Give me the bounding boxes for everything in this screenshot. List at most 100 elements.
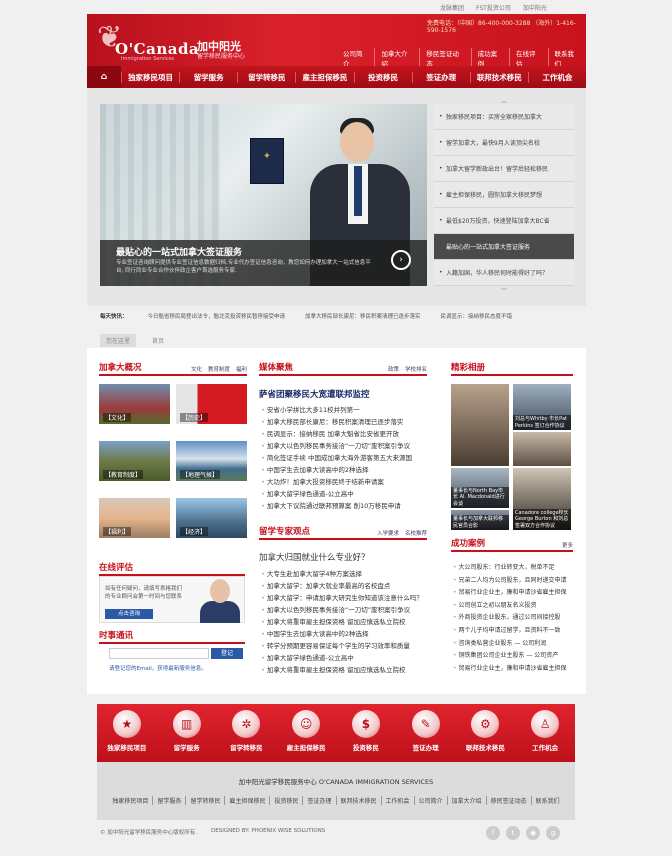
nav-item[interactable]: 投资移民	[353, 71, 412, 83]
list-item[interactable]: 安省小学拼比大多11校并列第一	[261, 404, 427, 416]
menu-about[interactable]: 公司简介	[337, 48, 374, 68]
footer-link[interactable]: 公司简介	[413, 796, 447, 805]
footer-link[interactable]: 签证办理	[302, 796, 335, 805]
list-item[interactable]: 加拿大留学绿色通道-公立高中	[261, 488, 427, 500]
list-item[interactable]: 中国学生去加拿大读高中的2种选择	[261, 628, 427, 640]
footer-link[interactable]: 雇主担保移民	[224, 796, 269, 805]
menu-contact[interactable]: 联系我们	[547, 48, 586, 68]
footer-link[interactable]: 工作机会	[380, 796, 414, 805]
link-policy[interactable]: 政策	[388, 365, 399, 373]
footer-link[interactable]: 留学服务	[152, 796, 185, 805]
menu-canada[interactable]: 加拿大介绍	[374, 48, 419, 68]
logo[interactable]: ❦ O'Canada Immigration Services	[97, 20, 199, 62]
list-item[interactable]: 转学分预期更容易保证每个学生的学习效率和质量	[261, 640, 427, 652]
register-button[interactable]: 登记	[211, 648, 243, 659]
photo-federal[interactable]: 董事长与加拿大联邦移民官员合影	[451, 510, 509, 530]
list-item[interactable]: 加拿大留学：加拿大就业率最高的名校盘点	[261, 580, 427, 592]
photo-canadore[interactable]: Canadore college校长 George Burton 和刘总签署双方…	[513, 468, 571, 530]
breadcrumb-home[interactable]: 首页	[152, 336, 164, 345]
list-item[interactable]: 加拿大下议院通过联邦预算案 削10万移民申请	[261, 500, 427, 512]
service-item[interactable]: ✲ 留学转移民	[218, 710, 274, 752]
footer-link[interactable]: 联邦技术移民	[335, 796, 381, 805]
nav-item[interactable]: 联邦技术移民	[469, 71, 528, 83]
footer-link[interactable]: 加拿大介绍	[446, 796, 486, 805]
banner-list-item[interactable]: 入籍加国，华人移民何时能得好了吗？	[434, 260, 574, 286]
twitter-icon[interactable]: t	[506, 826, 520, 840]
consult-button[interactable]: 点击咨询	[105, 609, 153, 619]
menu-evaluate[interactable]: 在线评估	[509, 48, 547, 68]
nav-item[interactable]: 留学转移民	[237, 71, 295, 83]
service-item[interactable]: ★ 独家移民项目	[99, 710, 155, 752]
list-item[interactable]: 中国学生去加拿大读高中的2种选择	[261, 464, 427, 476]
menu-cases[interactable]: 成功案例	[470, 48, 509, 68]
list-item[interactable]: 大专生赴加拿大留学4种方案选择	[261, 568, 427, 580]
banner-list-item[interactable]: 加拿大留学新政出台！留学后轻松移民	[434, 156, 574, 182]
thumb-history[interactable]: 【历史】	[176, 384, 247, 424]
list-item[interactable]: 贸易行业企业主，廉和申请沙省雇主担保	[453, 587, 577, 600]
banner-list-item[interactable]: 雇主担保移民，圆你加拿大移民梦想	[434, 182, 574, 208]
list-item[interactable]: 加拿大将重审雇主担保资格 留加应慎选私立院校	[261, 616, 427, 628]
list-item[interactable]: 加拿大以色列移民事务接洽“一刀切”废积案引争议	[261, 604, 427, 616]
banner-list-item[interactable]: 留学加拿大，最快9月入读顶尖名校	[434, 130, 574, 156]
thumb-education[interactable]: 【教育制度】	[99, 441, 170, 481]
thumb-welfare[interactable]: 【福利】	[99, 498, 170, 538]
email-input[interactable]	[109, 648, 209, 659]
expert-headline[interactable]: 加拿大归国就业什么专业好？	[259, 551, 370, 563]
home-icon[interactable]: ⌂	[87, 66, 121, 88]
link-ranking[interactable]: 学校排名	[405, 365, 427, 373]
thumb-culture[interactable]: 【文化】	[99, 384, 170, 424]
service-item[interactable]: ▥ 留学服务	[159, 710, 215, 752]
nav-item[interactable]: 留学服务	[179, 71, 237, 83]
service-item[interactable]: ⚙ 联邦技术移民	[457, 710, 513, 752]
list-item[interactable]: 大公司股东：行业转变大，税单不足	[453, 562, 577, 575]
thumb-economy[interactable]: 【经济】	[176, 498, 247, 538]
list-item[interactable]: 兄弟二人均为公司股东，且同时递交申请	[453, 575, 577, 588]
more-link[interactable]: 更多	[562, 541, 573, 549]
nav-item[interactable]: 签证办理	[411, 71, 470, 83]
list-item[interactable]: 民调显示：接纳移民 加拿大魁省比安省更开放	[261, 428, 427, 440]
footer-link[interactable]: 投资移民	[269, 796, 302, 805]
list-item[interactable]: 加拿大以色列移民事务接洽“一刀切”废积案引争议	[261, 440, 427, 452]
banner-list-item-active[interactable]: 最贴心的一站式加拿大签证服务	[434, 234, 574, 260]
list-item[interactable]: 加拿大移民部长康尼：移民积案清理已逐步落实	[261, 416, 427, 428]
top-link-fst[interactable]: FST投资公司	[476, 3, 511, 13]
list-item[interactable]: 加拿大留学：申请加拿大研究生你知道该注意什么吗？	[261, 592, 427, 604]
footer-link[interactable]: 独家移民项目	[108, 796, 152, 805]
link-schools[interactable]: 名校推荐	[405, 529, 427, 537]
top-link-brand[interactable]: 加中阳光	[523, 3, 547, 13]
menu-news[interactable]: 移民签证动态	[419, 48, 470, 68]
arrow-right-icon[interactable]: ›	[391, 250, 411, 270]
link-requirements[interactable]: 入学要求	[377, 529, 399, 537]
service-item[interactable]: ☺ 雇主担保移民	[278, 710, 334, 752]
chevron-up-icon[interactable]: ︿	[434, 96, 574, 105]
thumb-geography[interactable]: 【地理气候】	[176, 441, 247, 481]
footer-link[interactable]: 留学转移民	[185, 796, 224, 805]
service-item[interactable]: $ 投资移民	[338, 710, 394, 752]
link-welfare[interactable]: 福利	[236, 365, 247, 373]
ticker-item[interactable]: 今日魁省移民局登出法令，魁北克投资移民暂停接受申请	[148, 312, 286, 322]
photo-northbay[interactable]: 董事长与North Bay市长 Al. Macdonald进行会谈	[451, 468, 509, 508]
ticker-item[interactable]: 加拿大移民部长康尼：移民积案清理已逐步落实	[305, 312, 421, 322]
facebook-icon[interactable]: f	[486, 826, 500, 840]
list-item[interactable]: 外商投资企业股东，通过公司间接控股	[453, 612, 577, 625]
top-link-group[interactable]: 龙脉集团	[440, 3, 464, 13]
list-item[interactable]: 铜铁集团公司企业主股东 — 公司资产	[453, 650, 577, 663]
photo-officials[interactable]	[451, 384, 509, 466]
list-item[interactable]: 贸易行业企业主，廉和申请沙省雇主担保	[453, 663, 577, 676]
service-item[interactable]: ✎ 签证办理	[398, 710, 454, 752]
list-item[interactable]: 两个儿子均申请过留学，且资料不一致	[453, 625, 577, 638]
footer-link[interactable]: 移民签证动态	[485, 796, 531, 805]
banner-list-item[interactable]: 最低$20万投资，快速登陆加拿大BC省	[434, 208, 574, 234]
chevron-down-icon[interactable]: ﹀	[434, 286, 574, 295]
nav-item[interactable]: 雇主担保移民	[295, 71, 353, 83]
list-item[interactable]: 加拿大将重审雇主担保资格 留加应慎选私立院校	[261, 664, 427, 676]
photo-small[interactable]	[513, 432, 571, 466]
media-headline[interactable]: 萨省团聚移民大宽遭联邦监控	[259, 388, 370, 400]
google-plus-icon[interactable]: g	[546, 826, 560, 840]
list-item[interactable]: 加拿大留学绿色通道-公立高中	[261, 652, 427, 664]
nav-item[interactable]: 工作机会	[527, 71, 586, 83]
ticker-item[interactable]: 民调显示：接纳移民态度不错	[441, 312, 513, 322]
photo-whitby[interactable]: 刘总与Whitby 市长Pat Perkins 签订合作协议	[513, 384, 571, 430]
service-item[interactable]: ♙ 工作机会	[517, 710, 573, 752]
footer-link[interactable]: 联系我们	[530, 796, 564, 805]
